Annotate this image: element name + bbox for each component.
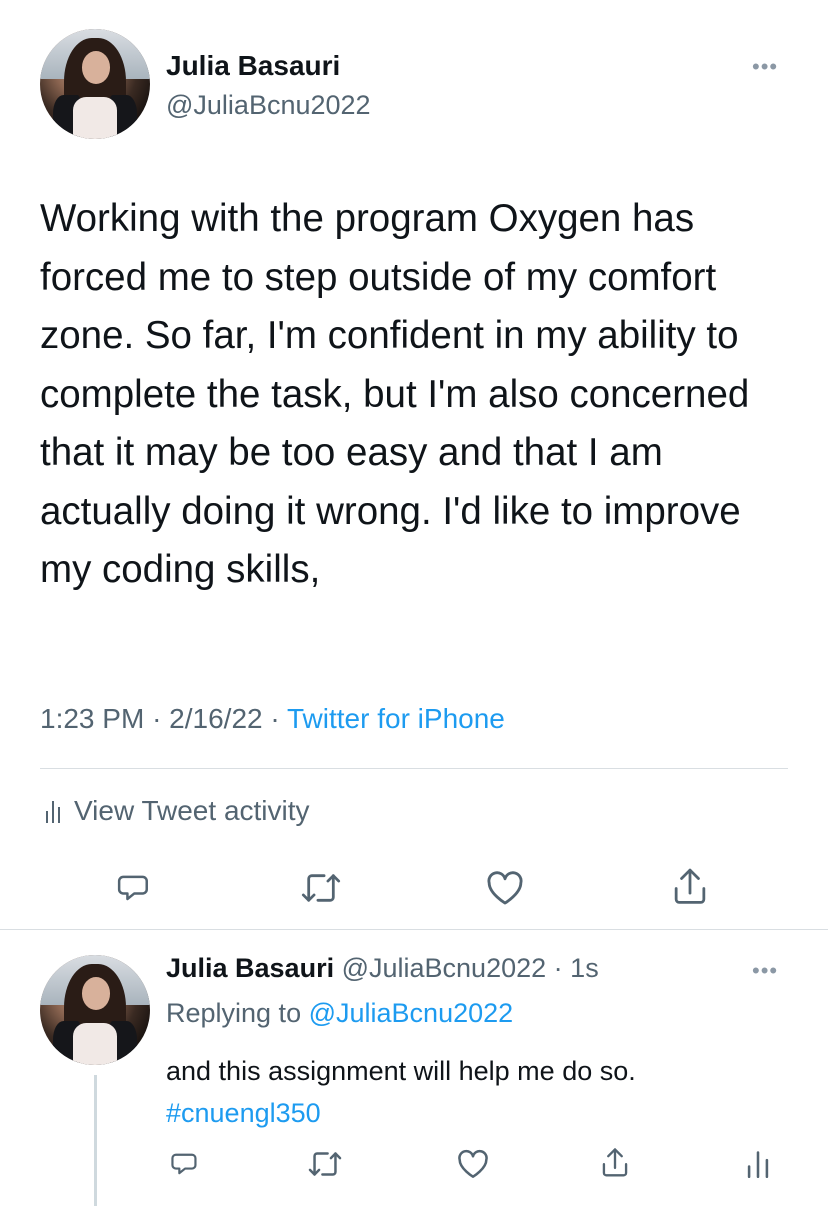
reply-text: and this assignment will help me do so. bbox=[166, 1056, 636, 1086]
view-tweet-activity-label: View Tweet activity bbox=[74, 795, 310, 826]
like-icon bbox=[458, 1149, 488, 1178]
tweet-date: 2/16/22 bbox=[169, 703, 263, 734]
retweet-icon bbox=[301, 874, 341, 902]
view-tweet-activity-button[interactable]: View Tweet activity bbox=[40, 795, 310, 827]
divider bbox=[40, 768, 788, 769]
reply-separator: · bbox=[553, 953, 563, 983]
reply-share-button[interactable] bbox=[597, 1144, 633, 1182]
meta-separator: · bbox=[270, 703, 280, 734]
reply-author-handle[interactable]: @JuliaBcnu2022 bbox=[342, 953, 547, 983]
like-icon bbox=[487, 871, 523, 905]
tweet-meta: 1:23 PM · 2/16/22 · Twitter for iPhone bbox=[40, 703, 505, 735]
replying-to: Replying to @JuliaBcnu2022 bbox=[166, 998, 513, 1029]
reply-hashtag[interactable]: #cnuengl350 bbox=[166, 1092, 636, 1134]
share-button[interactable] bbox=[668, 864, 712, 910]
replying-to-handle[interactable]: @JuliaBcnu2022 bbox=[309, 998, 514, 1028]
reply-author-name[interactable]: Julia Basauri bbox=[166, 953, 334, 983]
reply-header: Julia Basauri @JuliaBcnu2022 · 1s bbox=[166, 953, 599, 984]
reply-retweet-button[interactable] bbox=[306, 1146, 344, 1182]
share-icon bbox=[602, 1148, 628, 1177]
analytics-icon bbox=[46, 799, 60, 823]
tweet-time: 1:23 PM bbox=[40, 703, 145, 734]
reply-button[interactable] bbox=[111, 866, 155, 910]
author-handle[interactable]: @JuliaBcnu2022 bbox=[166, 90, 371, 121]
reply-reply-button[interactable] bbox=[166, 1146, 202, 1182]
reply-author-avatar[interactable] bbox=[40, 955, 150, 1065]
divider bbox=[40, 845, 788, 846]
author-name[interactable]: Julia Basauri bbox=[166, 50, 340, 82]
retweet-button[interactable] bbox=[298, 866, 344, 910]
reply-analytics-button[interactable] bbox=[740, 1146, 776, 1182]
author-avatar[interactable] bbox=[40, 29, 150, 139]
more-options-icon[interactable]: ••• bbox=[752, 56, 778, 78]
reply-icon bbox=[171, 1153, 197, 1175]
section-divider bbox=[0, 929, 828, 930]
reply-age: 1s bbox=[570, 953, 599, 983]
retweet-icon bbox=[308, 1152, 342, 1176]
replying-to-label: Replying to bbox=[166, 998, 302, 1028]
meta-separator: · bbox=[152, 703, 162, 734]
thread-line bbox=[94, 1075, 97, 1206]
analytics-icon bbox=[747, 1151, 769, 1178]
reply-more-options-icon[interactable]: ••• bbox=[752, 960, 778, 982]
reply-text-block: and this assignment will help me do so. … bbox=[166, 1050, 636, 1134]
reply-icon bbox=[117, 875, 148, 901]
share-icon bbox=[674, 868, 706, 904]
like-button[interactable] bbox=[483, 866, 527, 910]
tweet-source-link[interactable]: Twitter for iPhone bbox=[287, 703, 505, 734]
tweet-text: Working with the program Oxygen has forc… bbox=[40, 197, 750, 591]
reply-like-button[interactable] bbox=[455, 1146, 491, 1182]
